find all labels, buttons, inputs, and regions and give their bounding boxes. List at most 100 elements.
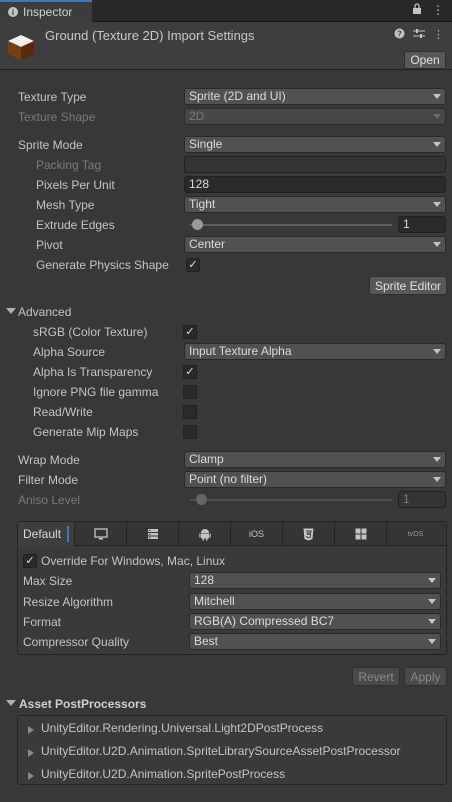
texture-type-row: Texture Type Sprite (2D and UI) <box>0 87 452 107</box>
tab-android[interactable] <box>179 522 231 546</box>
format-dropdown[interactable]: RGB(A) Compressed BC7 <box>189 613 441 630</box>
tab-server[interactable] <box>127 522 179 546</box>
chevron-down-icon <box>428 619 436 624</box>
foldout-collapsed-icon <box>28 772 34 780</box>
list-item[interactable]: UnityEditor.U2D.Animation.SpritePostProc… <box>28 767 285 781</box>
srgb-label: sRGB (Color Texture) <box>33 325 148 339</box>
list-item-label: UnityEditor.U2D.Animation.SpriteLibraryS… <box>41 744 401 758</box>
pixels-per-unit-field[interactable]: 128 <box>184 176 446 193</box>
aniso-level-slider-handle <box>196 494 207 505</box>
tab-default[interactable]: Default <box>18 522 75 546</box>
alpha-source-label: Alpha Source <box>33 345 106 359</box>
compressor-quality-dropdown[interactable]: Best <box>189 633 441 650</box>
override-checkbox[interactable]: ✓ <box>23 554 37 568</box>
more-options-icon[interactable]: ⋮ <box>433 28 444 42</box>
texture-type-dropdown[interactable]: Sprite (2D and UI) <box>184 88 446 105</box>
extrude-edges-slider-handle[interactable] <box>192 219 203 230</box>
alpha-is-transparency-label: Alpha Is Transparency <box>33 365 153 379</box>
alpha-source-dropdown[interactable]: Input Texture Alpha <box>184 343 446 360</box>
monitor-icon <box>93 528 108 540</box>
wrap-mode-dropdown[interactable]: Clamp <box>184 451 446 468</box>
apply-button[interactable]: Apply <box>404 667 447 686</box>
resize-algorithm-dropdown[interactable]: Mitchell <box>189 593 441 610</box>
texture-shape-value: 2D <box>189 109 205 123</box>
presets-icon[interactable] <box>413 28 425 42</box>
generate-physics-shape-label: Generate Physics Shape <box>36 258 169 272</box>
ignore-png-gamma-row: Ignore PNG file gamma <box>0 382 452 402</box>
help-icon[interactable]: ? <box>394 28 405 42</box>
extrude-edges-slider-track[interactable] <box>190 224 392 226</box>
extrude-edges-field[interactable]: 1 <box>398 216 446 233</box>
chevron-down-icon <box>433 457 441 462</box>
tab-ios[interactable]: iOS <box>231 522 283 546</box>
alpha-is-transparency-checkbox[interactable]: ✓ <box>183 365 197 379</box>
pixels-per-unit-row: Pixels Per Unit 128 <box>0 175 452 195</box>
read-write-checkbox[interactable] <box>183 405 197 419</box>
advanced-title: Advanced <box>18 305 72 319</box>
ignore-png-gamma-checkbox[interactable] <box>183 385 197 399</box>
pivot-label: Pivot <box>36 238 63 252</box>
read-write-label: Read/Write <box>33 405 93 419</box>
header-title: Ground (Texture 2D) Import Settings <box>45 28 255 43</box>
chevron-down-icon <box>428 639 436 644</box>
revert-button[interactable]: Revert <box>352 667 400 686</box>
chevron-down-icon <box>433 142 441 147</box>
resize-algorithm-value: Mitchell <box>194 594 235 608</box>
tab-tvos[interactable]: tvOS <box>387 522 444 546</box>
packing-tag-label: Packing Tag <box>36 158 102 172</box>
extrude-edges-label: Extrude Edges <box>36 218 115 232</box>
resize-algorithm-row: Resize Algorithm Mitchell <box>18 592 446 612</box>
read-write-row: Read/Write <box>0 402 452 422</box>
platform-tabs: Default iOS tvOS <box>18 522 446 546</box>
tab-webgl[interactable] <box>283 522 335 546</box>
tab-standalone[interactable] <box>75 522 127 546</box>
generate-physics-shape-checkbox[interactable]: ✓ <box>186 258 200 272</box>
compressor-quality-value: Best <box>194 634 219 648</box>
tab-default-label: Default <box>23 527 62 541</box>
srgb-checkbox[interactable]: ✓ <box>183 325 197 339</box>
chevron-down-icon <box>433 477 441 482</box>
texture-shape-label: Texture Shape <box>18 110 96 124</box>
tab-selected-indicator <box>67 526 70 542</box>
more-options-icon[interactable]: ⋮ <box>432 3 444 18</box>
pivot-value: Center <box>189 237 226 251</box>
asset-header: Ground (Texture 2D) Import Settings ? ⋮ … <box>0 22 452 70</box>
asset-postprocessors-foldout[interactable]: Asset PostProcessors <box>0 694 452 714</box>
sprite-mode-dropdown[interactable]: Single <box>184 136 446 153</box>
wrap-mode-label: Wrap Mode <box>18 453 80 467</box>
generate-mip-maps-checkbox[interactable] <box>183 425 197 439</box>
list-item[interactable]: UnityEditor.Rendering.Universal.Light2DP… <box>28 721 323 735</box>
foldout-collapsed-icon <box>28 749 34 757</box>
pivot-dropdown[interactable]: Center <box>184 236 446 253</box>
aniso-level-label: Aniso Level <box>18 493 81 507</box>
aniso-level-field: 1 <box>398 491 446 508</box>
open-button[interactable]: Open <box>404 51 446 69</box>
ignore-png-gamma-label: Ignore PNG file gamma <box>33 385 159 399</box>
sprite-editor-button[interactable]: Sprite Editor <box>369 276 447 295</box>
mesh-type-row: Mesh Type Tight <box>0 195 452 215</box>
wrap-mode-value: Clamp <box>189 452 224 466</box>
texture-thumbnail-icon <box>8 35 34 60</box>
compressor-quality-label: Compressor Quality <box>23 635 130 649</box>
list-item[interactable]: UnityEditor.U2D.Animation.SpriteLibraryS… <box>28 744 400 758</box>
lock-icon[interactable] <box>412 3 422 18</box>
chevron-down-icon <box>433 202 441 207</box>
mesh-type-value: Tight <box>189 197 216 211</box>
pixels-per-unit-label: Pixels Per Unit <box>36 178 115 192</box>
sprite-mode-row: Sprite Mode Single <box>0 135 452 155</box>
max-size-value: 128 <box>194 573 215 587</box>
sprite-mode-label: Sprite Mode <box>18 138 83 152</box>
inspector-tab-label: Inspector <box>23 5 73 19</box>
advanced-foldout[interactable]: Advanced <box>0 302 452 322</box>
pivot-row: Pivot Center <box>0 235 452 255</box>
inspector-tab[interactable]: i Inspector <box>0 0 92 22</box>
generate-mip-maps-row: Generate Mip Maps <box>0 422 452 442</box>
chevron-down-icon <box>433 349 441 354</box>
extrude-edges-row: Extrude Edges 1 <box>0 215 452 235</box>
html5-icon <box>303 528 314 540</box>
mesh-type-dropdown[interactable]: Tight <box>184 196 446 213</box>
tab-windows-store[interactable] <box>335 522 387 546</box>
max-size-dropdown[interactable]: 128 <box>189 572 441 589</box>
filter-mode-dropdown[interactable]: Point (no filter) <box>184 471 446 488</box>
server-icon <box>147 529 158 539</box>
